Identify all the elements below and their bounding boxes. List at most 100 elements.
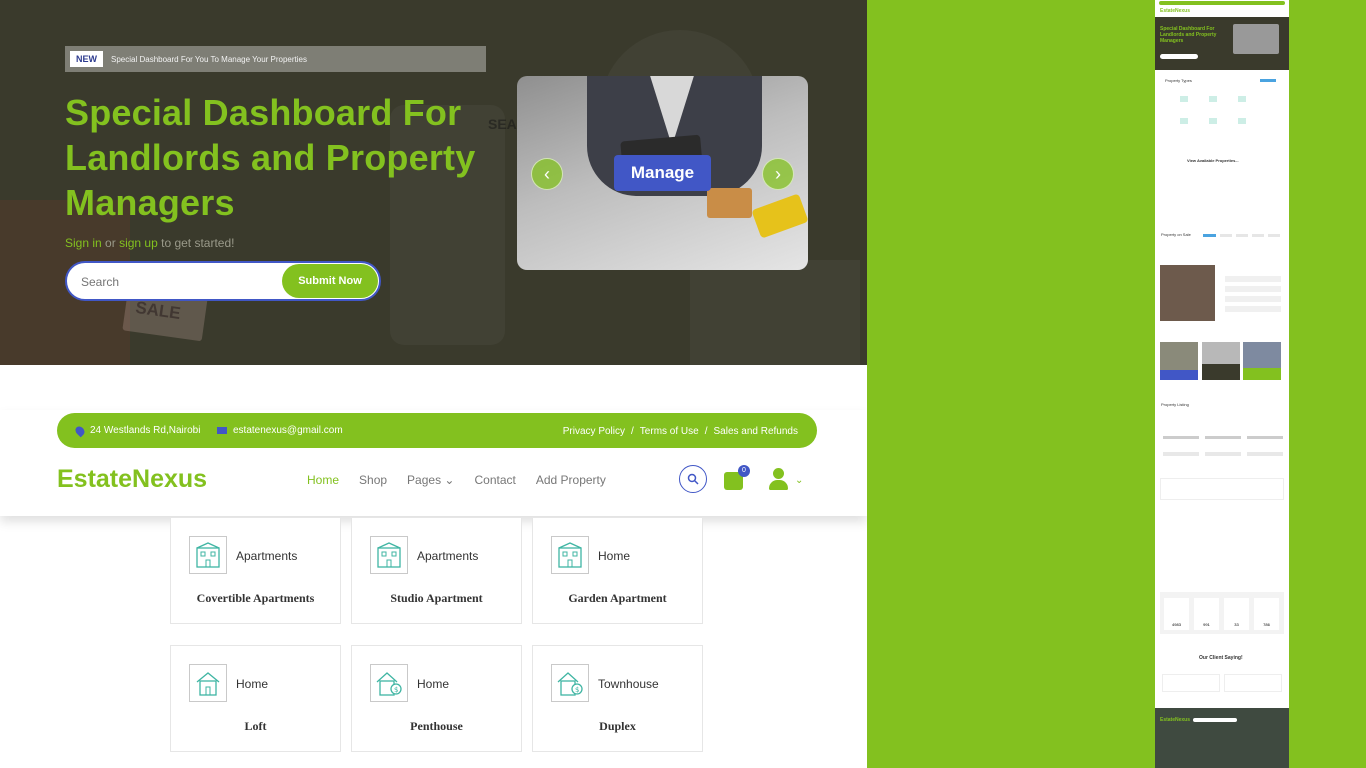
property-name: Penthouse	[410, 719, 463, 733]
svg-text:$: $	[394, 686, 398, 694]
preview-sale-tabs	[1203, 234, 1285, 238]
signup-link[interactable]: sign up	[119, 236, 158, 250]
terms-of-use-link[interactable]: Terms of Use	[640, 426, 699, 437]
apartment-building-icon	[551, 536, 589, 574]
slider-prev-button[interactable]: ‹	[531, 158, 563, 190]
preview-hero-title: Special Dashboard For Landlords and Prop…	[1160, 26, 1217, 44]
preview-listing-cards	[1160, 412, 1284, 462]
svg-text:$: $	[575, 686, 579, 694]
hero-auth-prompt: Sign in or sign up to get started!	[65, 236, 235, 250]
nav-item-pages[interactable]: Pages ⌄	[407, 473, 454, 487]
preview-client-title: Our Client Saying!	[1199, 655, 1243, 661]
contact-topbar: 24 Westlands Rd,Nairobi estatenexus@gmai…	[57, 413, 817, 448]
hero-section: SALE SEA NEW Special Dashboard For You T…	[0, 0, 867, 365]
slide-house-model-image	[707, 188, 752, 218]
preview-image-tile	[1202, 342, 1240, 380]
preview-stat: 4983	[1164, 598, 1189, 630]
site-logo[interactable]: EstateNexus	[57, 465, 207, 494]
preview-hero-slide	[1233, 24, 1279, 54]
nav-item-shop[interactable]: Shop	[359, 473, 387, 487]
policy-links: Privacy Policy / Terms of Use / Sales an…	[563, 426, 798, 437]
email-info[interactable]: estatenexus@gmail.com	[217, 425, 343, 436]
nav-item-home[interactable]: Home	[307, 473, 339, 487]
get-started-text: to get started!	[161, 236, 235, 250]
nav-item-contact[interactable]: Contact	[474, 473, 515, 487]
envelope-icon	[217, 427, 227, 434]
chevron-left-icon: ‹	[544, 163, 550, 184]
property-category: Townhouse	[598, 677, 659, 691]
property-name: Studio Apartment	[390, 591, 483, 605]
submit-now-button[interactable]: Submit Now	[282, 264, 378, 298]
preview-footer: EstateNexus	[1155, 708, 1289, 768]
nav-item-pages-label: Pages	[407, 473, 442, 487]
property-type-card[interactable]: Apartments Covertible Apartments	[170, 517, 341, 624]
sales-refunds-link[interactable]: Sales and Refunds	[713, 426, 798, 437]
apartment-building-icon	[189, 536, 227, 574]
preview-testimonials	[1160, 672, 1284, 694]
hero-image-slider: Manage ‹ ›	[517, 76, 808, 270]
preview-hero-search	[1160, 54, 1198, 59]
privacy-policy-link[interactable]: Privacy Policy	[563, 426, 625, 437]
nav-item-add-property[interactable]: Add Property	[536, 473, 606, 487]
preview-button	[1260, 79, 1276, 82]
apartment-building-icon	[370, 536, 408, 574]
preview-stat: 991	[1194, 598, 1219, 630]
property-type-card[interactable]: $ Home Penthouse	[351, 645, 522, 752]
preview-feature-list	[1225, 276, 1281, 320]
preview-image-tile	[1160, 342, 1198, 380]
house-icon	[189, 664, 227, 702]
preview-view-available: View Available Properties...	[1187, 158, 1239, 163]
preview-logo: EstateNexus	[1160, 8, 1191, 14]
location-pin-icon	[73, 424, 87, 437]
preview-property-types-title: Property Types	[1165, 78, 1192, 83]
preview-amenities	[1160, 525, 1284, 573]
preview-types-grid	[1180, 96, 1265, 130]
address-info: 24 Westlands Rd,Nairobi	[73, 424, 201, 437]
preview-agent-photo	[1160, 265, 1215, 321]
property-category: Home	[236, 677, 269, 691]
property-type-card[interactable]: $ Townhouse Duplex	[532, 645, 703, 752]
new-badge: NEW	[70, 51, 103, 67]
preview-stat: 33	[1224, 598, 1249, 630]
preview-topbar-green	[1159, 1, 1285, 5]
property-name: Garden Apartment	[568, 591, 667, 605]
preview-property-listing: Property Listing	[1161, 402, 1189, 407]
property-category: Home	[598, 549, 631, 563]
main-page-screenshot: SALE SEA NEW Special Dashboard For You T…	[0, 0, 867, 768]
link-separator: /	[631, 426, 634, 437]
user-icon-head	[773, 468, 784, 479]
user-account-button[interactable]	[768, 468, 790, 492]
chevron-right-icon: ›	[775, 163, 781, 184]
announcement-bar: NEW Special Dashboard For You To Manage …	[65, 46, 486, 72]
header-search-button[interactable]	[679, 465, 707, 493]
property-category: Apartments	[236, 549, 298, 563]
house-dollar-icon: $	[551, 664, 589, 702]
hero-search-input[interactable]	[81, 272, 271, 292]
or-text: or	[105, 236, 116, 250]
preview-image-tile	[1243, 342, 1281, 380]
chevron-down-icon: ⌄	[444, 473, 455, 487]
signin-link[interactable]: Sign in	[65, 236, 102, 250]
announcement-text: Special Dashboard For You To Manage Your…	[111, 54, 307, 64]
preview-topbar	[1155, 0, 1289, 7]
slider-next-button[interactable]: ›	[762, 158, 794, 190]
preview-subscribe-box	[1160, 478, 1284, 500]
manage-button[interactable]: Manage	[614, 155, 711, 191]
user-menu-chevron-icon[interactable]: ⌄	[795, 475, 803, 486]
cart-button[interactable]: 0	[724, 465, 750, 490]
email-text[interactable]: estatenexus@gmail.com	[233, 425, 343, 436]
property-type-card[interactable]: Home Garden Apartment	[532, 517, 703, 624]
user-icon-body	[769, 480, 788, 490]
property-type-card[interactable]: Home Loft	[170, 645, 341, 752]
preview-hero: Special Dashboard For Landlords and Prop…	[1155, 17, 1289, 70]
search-icon	[687, 473, 699, 485]
hero-bg-keys-shape	[690, 260, 860, 365]
address-text: 24 Westlands Rd,Nairobi	[90, 425, 201, 436]
full-page-preview: EstateNexus Special Dashboard For Landlo…	[1155, 0, 1289, 768]
cart-count-badge: 0	[738, 465, 750, 477]
preview-stats: 4983 991 33 786	[1160, 592, 1284, 634]
slide-tape-measure-image	[751, 193, 808, 239]
property-category: Home	[417, 677, 450, 691]
property-type-card[interactable]: Apartments Studio Apartment	[351, 517, 522, 624]
link-separator: /	[704, 426, 708, 437]
